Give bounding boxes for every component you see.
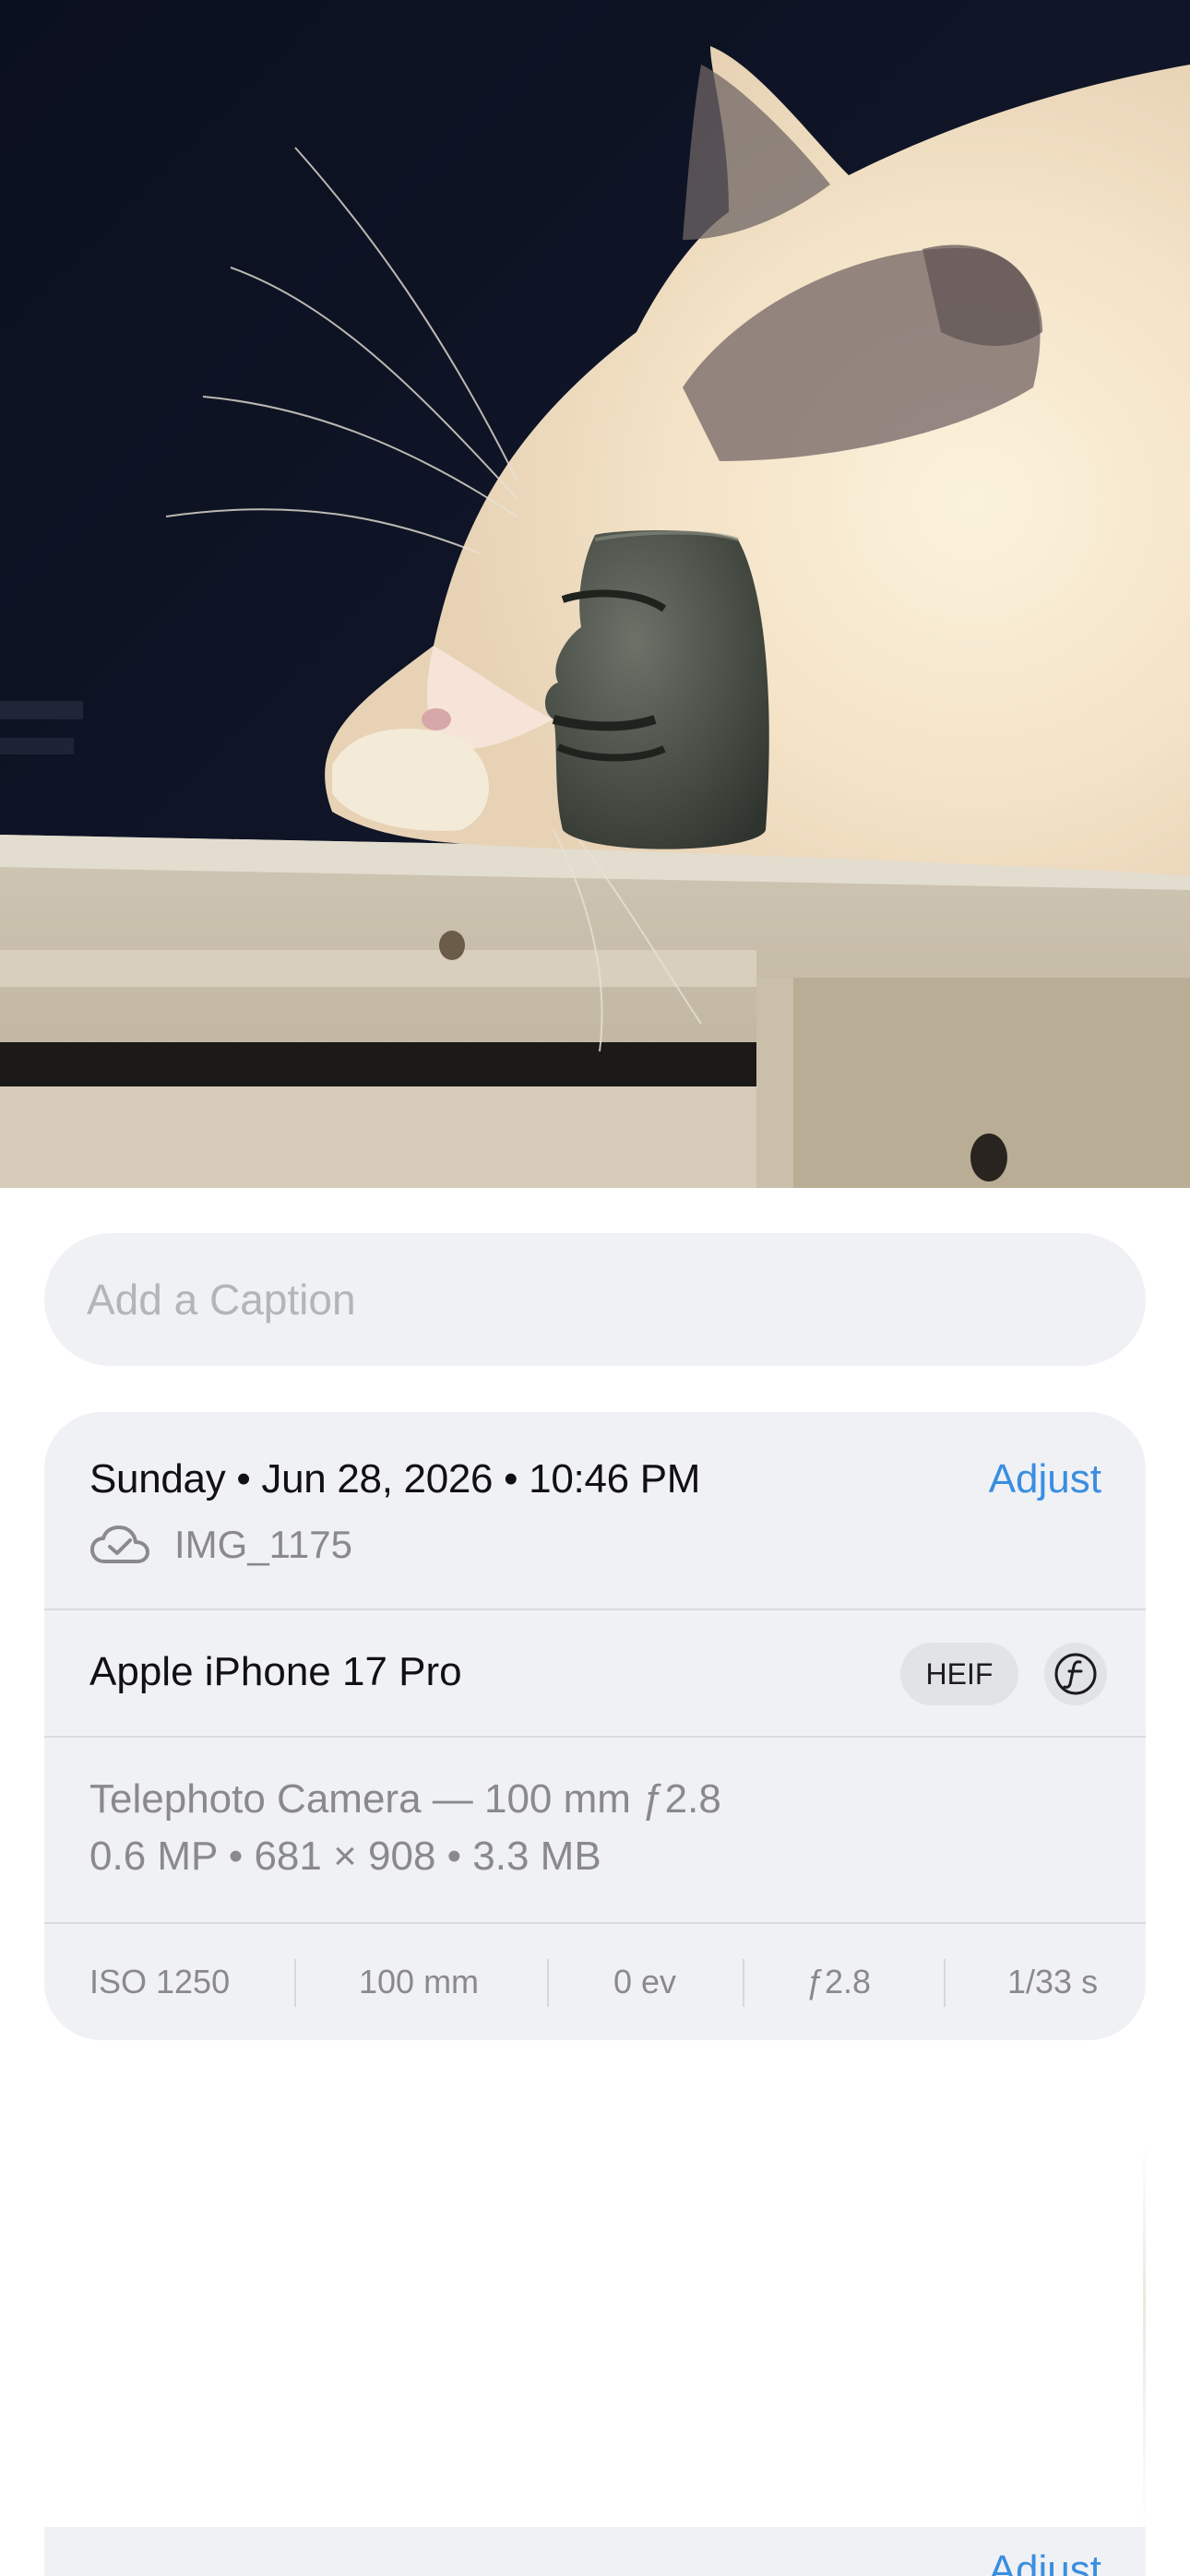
exif-separator [743, 1959, 744, 2007]
device-row: Apple iPhone 17 Pro HEIF [44, 1610, 1146, 1736]
exif-shutter-speed: 1/33 s [1007, 1963, 1099, 2000]
exif-aperture: ƒ2.8 [806, 1963, 872, 2000]
caption-field[interactable] [44, 1233, 1146, 1366]
file-name: IMG_1175 [174, 1523, 352, 1566]
photo-image[interactable] [0, 0, 1190, 1188]
file-info: IMG_1175 [89, 1518, 352, 1572]
image-specs: 0.6 MP • 681 × 908 • 3.3 MB [89, 1834, 601, 1879]
adjust-button-partial[interactable]: Adjust [989, 2547, 1101, 2576]
exif-focal-length: 100 mm [359, 1963, 480, 2000]
cloud-check-icon [89, 1525, 150, 1565]
photo-illustration [0, 0, 1190, 1188]
exif-exposure: 0 ev [613, 1963, 677, 2000]
exif-iso: ISO 1250 [89, 1963, 231, 2000]
capture-datetime: Sunday • Jun 28, 2026 • 10:46 PM [89, 1456, 701, 1502]
partial-info-card: Adjust [44, 2527, 1146, 2576]
caption-input[interactable] [85, 1274, 1146, 1325]
photo-info-screen: Sunday • Jun 28, 2026 • 10:46 PM Adjust … [0, 0, 1190, 2576]
exif-separator [944, 1959, 946, 2007]
format-badge: HEIF [900, 1643, 1018, 1705]
aperture-f-icon[interactable] [1044, 1643, 1107, 1705]
adjust-datetime-button[interactable]: Adjust [989, 1456, 1101, 1502]
scroll-edge [1143, 2144, 1146, 2532]
exif-separator [294, 1959, 296, 2007]
date-row: Sunday • Jun 28, 2026 • 10:46 PM Adjust … [44, 1412, 1146, 1609]
photo-info-card: Sunday • Jun 28, 2026 • 10:46 PM Adjust … [44, 1412, 1146, 2040]
device-name: Apple iPhone 17 Pro [89, 1649, 462, 1694]
exif-row: ISO 1250 100 mm 0 ev ƒ2.8 1/33 s [44, 1924, 1146, 2040]
exif-separator [547, 1959, 549, 2007]
camera-row: Telephoto Camera — 100 mm ƒ2.8 0.6 MP • … [44, 1738, 1146, 1922]
camera-lens-info: Telephoto Camera — 100 mm ƒ2.8 [89, 1776, 721, 1822]
